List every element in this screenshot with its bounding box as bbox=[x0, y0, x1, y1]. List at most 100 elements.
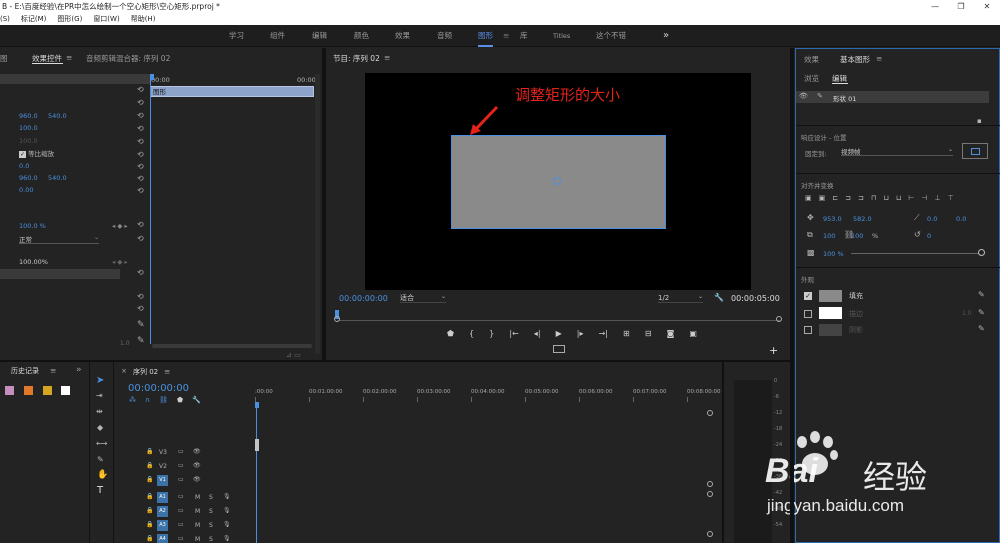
ripple-edit-tool-icon[interactable]: ⇹ bbox=[96, 407, 103, 416]
reset-icon[interactable]: ⟲ bbox=[137, 268, 144, 277]
rotation-value[interactable]: 0.0 bbox=[19, 161, 29, 172]
mute-button[interactable]: M bbox=[195, 508, 200, 515]
scroll-handle[interactable] bbox=[707, 410, 713, 416]
lift-icon[interactable]: ⊞ bbox=[623, 329, 630, 341]
eyedropper-icon[interactable]: ✎ bbox=[978, 308, 985, 317]
eyedropper-icon[interactable]: ✎ bbox=[978, 290, 985, 299]
microphone-icon[interactable]: 🎙 bbox=[223, 493, 231, 500]
shadow-checkbox[interactable] bbox=[804, 326, 812, 334]
lock-icon[interactable]: 🔒 bbox=[146, 493, 153, 500]
workspace-menu-icon[interactable]: ≡ bbox=[503, 25, 509, 47]
uniform-scale-checkbox[interactable]: ✓ 等比缩放 bbox=[19, 149, 54, 160]
add-marker-icon[interactable]: ⬟ bbox=[177, 396, 183, 406]
track-label[interactable]: A2 bbox=[157, 506, 168, 517]
panel-overflow-icon[interactable]: » bbox=[76, 365, 82, 375]
linked-selection-icon[interactable]: ⛓ bbox=[159, 396, 168, 406]
mark-in-icon[interactable]: { bbox=[469, 329, 474, 341]
tab-audio-clip-mixer[interactable]: 音频剪辑混合器: 序列 02 bbox=[86, 53, 170, 64]
blend-mode-select[interactable]: 正常 ⌄ bbox=[19, 234, 99, 244]
menu-item-graphics[interactable]: 图形(G) bbox=[57, 13, 82, 25]
stroke-checkbox[interactable] bbox=[804, 310, 812, 318]
add-button-icon[interactable]: + bbox=[769, 344, 778, 357]
graphic-clip[interactable] bbox=[255, 439, 259, 451]
anchor-x-value[interactable]: 0.0 bbox=[927, 215, 937, 223]
scroll-handle[interactable] bbox=[707, 531, 713, 537]
opacity-value[interactable]: 100 % bbox=[823, 250, 844, 258]
scale-value[interactable]: 100 bbox=[823, 232, 835, 240]
scroll-handle[interactable] bbox=[707, 481, 713, 487]
selection-tool-icon[interactable]: ➤ bbox=[96, 375, 104, 386]
quality-select[interactable]: 1/2 ⌄ bbox=[658, 293, 703, 303]
tab-essential-graphics[interactable]: 基本图形 bbox=[840, 54, 870, 65]
pin-to-select[interactable]: 视频帧 ⌄ bbox=[841, 146, 953, 156]
align-top-icon[interactable]: ⊓ bbox=[871, 194, 876, 204]
timeline-scrollbar[interactable] bbox=[707, 410, 713, 540]
workspace-custom[interactable]: 这个不错 bbox=[596, 25, 626, 47]
label-color-swatch[interactable] bbox=[61, 386, 70, 395]
align-vertical-icon[interactable]: ▣ bbox=[805, 194, 812, 204]
history-menu-icon[interactable]: ≡ bbox=[50, 366, 56, 375]
label-color-swatch[interactable] bbox=[43, 386, 52, 395]
time-ruler[interactable]: :00:00 00:01:00:00 00:02:00:00 00:03:00:00 0… bbox=[255, 389, 721, 405]
eyedropper-icon[interactable]: ✎ bbox=[137, 336, 145, 346]
workspace-assembly[interactable]: 组件 bbox=[270, 25, 285, 47]
reset-icon[interactable]: ⟲ bbox=[137, 98, 144, 107]
stroke-width-value[interactable]: 1.0 bbox=[962, 310, 972, 317]
wrench-icon[interactable]: 🔧 bbox=[714, 293, 724, 302]
eye-icon[interactable]: 👁 bbox=[193, 462, 201, 469]
reset-icon[interactable]: ⟲ bbox=[137, 111, 144, 120]
eyedropper-icon[interactable]: ✎ bbox=[978, 324, 985, 333]
microphone-icon[interactable]: 🎙 bbox=[223, 507, 231, 514]
anchor-y-value[interactable]: 0.0 bbox=[956, 215, 966, 223]
position-y-value[interactable]: 540.0 bbox=[48, 111, 67, 122]
reset-icon[interactable]: ⟲ bbox=[137, 220, 144, 229]
new-layer-icon[interactable]: ▪ bbox=[977, 117, 982, 125]
mini-playhead-handle[interactable] bbox=[150, 74, 154, 80]
step-forward-icon[interactable]: |▸ bbox=[577, 329, 584, 341]
distribute-left-icon[interactable]: ⊢ bbox=[908, 194, 914, 204]
reset-icon[interactable]: ⟲ bbox=[137, 234, 144, 243]
sync-lock-icon[interactable]: ▭ bbox=[178, 493, 184, 500]
opacity-slider-handle[interactable] bbox=[978, 249, 985, 256]
anti-flicker-value[interactable]: 0.00 bbox=[19, 185, 33, 196]
anchor-point-icon[interactable] bbox=[553, 177, 561, 185]
solo-button[interactable]: S bbox=[209, 536, 213, 543]
razor-tool-icon[interactable]: ◆ bbox=[97, 423, 103, 432]
track-label[interactable]: A4 bbox=[157, 534, 168, 543]
position-x-value[interactable]: 953.0 bbox=[823, 215, 842, 223]
menu-item-sequence[interactable]: (S) bbox=[0, 13, 10, 25]
scale-y-value[interactable]: 100 bbox=[851, 232, 863, 240]
timeline-menu-icon[interactable]: ≡ bbox=[164, 367, 170, 376]
reset-icon[interactable]: ⟲ bbox=[137, 292, 144, 301]
align-horizontal-icon[interactable]: ▣ bbox=[819, 194, 826, 204]
align-middle-icon[interactable]: ⊔ bbox=[883, 194, 888, 204]
hand-tool-icon[interactable]: ✋ bbox=[97, 470, 108, 480]
tab-source[interactable]: 图 bbox=[0, 53, 8, 64]
fill-checkbox[interactable]: ✓ bbox=[804, 292, 812, 300]
extract-icon[interactable]: ⊟ bbox=[645, 329, 652, 341]
lock-icon[interactable]: 🔒 bbox=[146, 462, 153, 469]
workspace-learn[interactable]: 学习 bbox=[229, 25, 244, 47]
restore-button[interactable]: ❐ bbox=[948, 0, 974, 13]
mark-out-icon[interactable]: } bbox=[489, 329, 494, 341]
align-center-h-icon[interactable]: ⊐ bbox=[845, 194, 851, 204]
add-marker-icon[interactable]: ⬟ bbox=[447, 329, 454, 341]
workspace-editing[interactable]: 编辑 bbox=[312, 25, 327, 47]
menu-item-window[interactable]: 窗口(W) bbox=[93, 13, 119, 25]
reset-icon[interactable]: ⟲ bbox=[137, 150, 144, 159]
mini-playhead[interactable] bbox=[150, 76, 151, 344]
rotation-value[interactable]: 0 bbox=[927, 232, 931, 240]
keyframe-nav-icon[interactable]: ◂ ◆ ▸ bbox=[112, 221, 128, 232]
fit-select[interactable]: 适合 ⌄ bbox=[400, 293, 446, 303]
history-title[interactable]: 历史记录 bbox=[11, 366, 39, 376]
in-handle[interactable] bbox=[334, 316, 340, 322]
comparison-icon[interactable]: ▣ bbox=[689, 329, 697, 341]
scroll-handle[interactable] bbox=[707, 491, 713, 497]
scale-value[interactable]: 100.0 bbox=[19, 123, 38, 134]
timeline-timecode[interactable]: 00:00:00:00 bbox=[128, 383, 189, 394]
eye-icon[interactable]: 👁 bbox=[193, 476, 201, 483]
opacity-slider[interactable] bbox=[851, 253, 981, 254]
workspace-graphics[interactable]: 图形 bbox=[478, 25, 493, 47]
workspace-effects[interactable]: 效果 bbox=[395, 25, 410, 47]
clip-bar[interactable]: 图形 bbox=[150, 86, 314, 97]
